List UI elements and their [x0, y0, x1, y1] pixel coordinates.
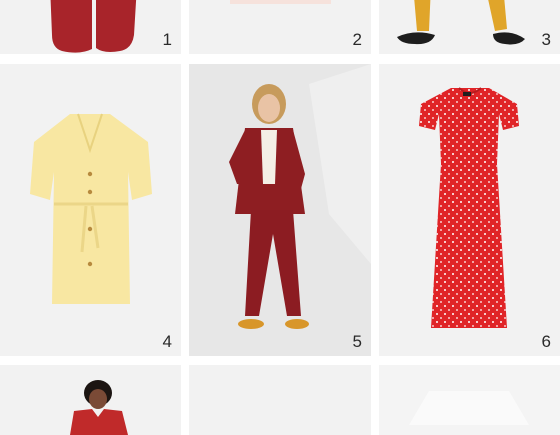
- yellow-button-dress-image: [30, 113, 152, 304]
- red-polka-dot-dress-image: [419, 87, 519, 328]
- striped-top-image: [230, 0, 331, 4]
- item-number: 6: [541, 332, 551, 351]
- product-card-3[interactable]: 3: [379, 0, 560, 54]
- item-number: 4: [162, 332, 172, 351]
- item-number: 5: [352, 332, 362, 351]
- burgundy-suit-model-image: [229, 64, 371, 329]
- product-card-6[interactable]: 6: [379, 64, 560, 356]
- product-card-1[interactable]: 1: [0, 0, 181, 54]
- product-card-2[interactable]: 2: [189, 0, 371, 54]
- item-number: 3: [541, 30, 551, 49]
- item-number: 1: [162, 30, 172, 49]
- item-number: 2: [352, 30, 362, 49]
- male-model-red-top-image: [70, 380, 128, 435]
- white-garment-2-image: [409, 391, 529, 425]
- product-card-4[interactable]: 4: [0, 64, 181, 356]
- product-card-9[interactable]: [379, 365, 560, 435]
- product-card-5[interactable]: 5: [189, 64, 371, 356]
- product-card-8[interactable]: [189, 365, 371, 435]
- white-garment-image: [189, 365, 371, 435]
- red-shorts-image: [50, 0, 137, 53]
- product-card-7[interactable]: [0, 365, 181, 435]
- yellow-trousers-sandals-image: [397, 0, 525, 45]
